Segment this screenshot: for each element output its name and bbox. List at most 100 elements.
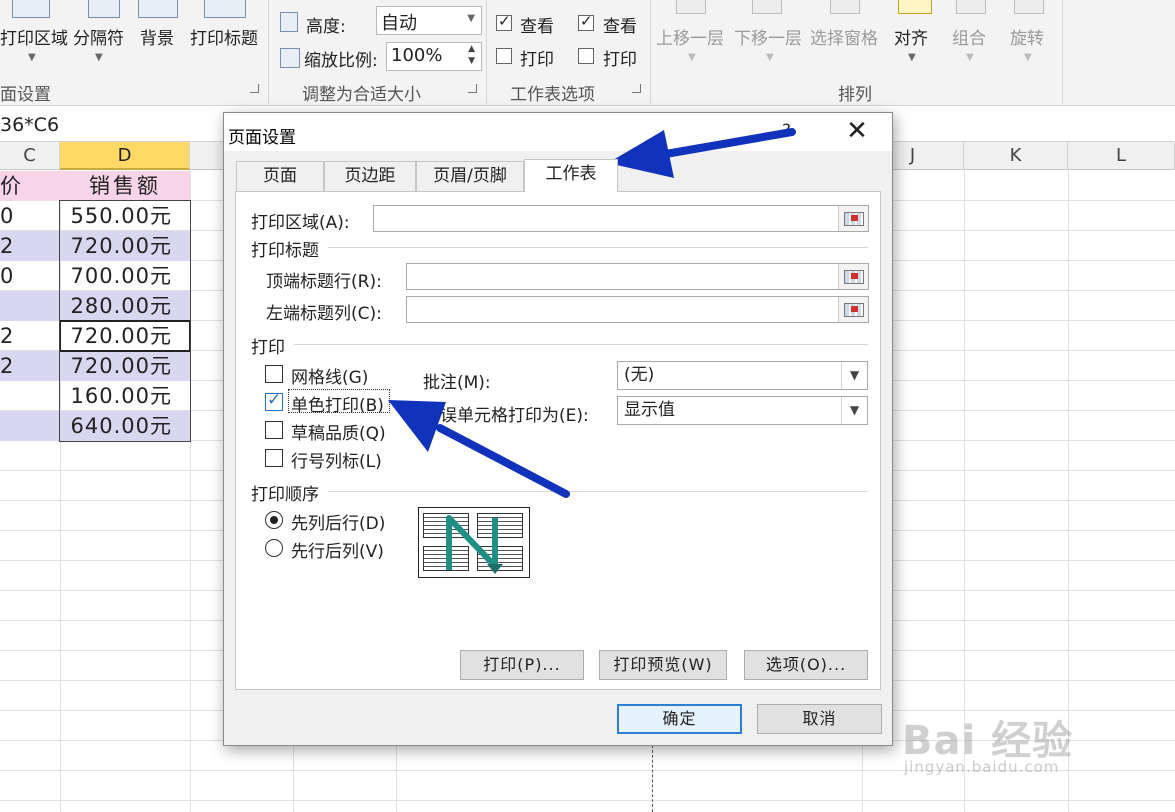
help-icon[interactable]: ?: [782, 121, 791, 141]
column-header-d[interactable]: D: [60, 142, 190, 170]
height-label: 高度:: [306, 17, 346, 37]
close-button[interactable]: ✕: [840, 115, 874, 149]
black-white-checkbox[interactable]: [265, 390, 283, 411]
comments-value: (无): [624, 365, 655, 385]
table-cell[interactable]: 2: [0, 321, 13, 351]
table-cell[interactable]: 2: [0, 231, 13, 261]
errors-label: 错误单元格打印为(E):: [423, 406, 589, 426]
section-divider: [328, 491, 868, 492]
draft-quality-checkbox[interactable]: [265, 421, 283, 439]
scale-launcher-icon[interactable]: [468, 84, 477, 93]
gridline: [0, 800, 1175, 801]
tab-margins[interactable]: 页边距: [324, 161, 416, 191]
column-header-c[interactable]: C: [0, 142, 60, 170]
scale-group-label: 调整为合适大小: [302, 85, 421, 105]
table-cell[interactable]: 0: [0, 201, 13, 231]
range-select-icon[interactable]: [838, 264, 868, 289]
rotate-button[interactable]: 旋转: [1010, 24, 1044, 49]
print-titles-icon: [204, 0, 246, 18]
watermark-url: jingyan.baidu.com: [904, 758, 1060, 776]
rows-repeat-label: 顶端标题行(R):: [266, 272, 382, 292]
tab-page[interactable]: 页面: [236, 161, 324, 191]
cancel-button[interactable]: 取消: [757, 704, 882, 734]
cols-repeat-input[interactable]: [406, 296, 869, 323]
gridlines-view-checkbox[interactable]: [496, 12, 512, 31]
scale-icon: [280, 48, 300, 68]
chevron-down-icon: ▼: [467, 13, 475, 24]
print-area-input[interactable]: [373, 205, 869, 232]
header-cell-sales[interactable]: 销售额: [60, 171, 190, 201]
group-button[interactable]: 组合: [952, 24, 986, 49]
scale-label: 缩放比例:: [304, 51, 378, 71]
draft-quality-label: 草稿品质(Q): [291, 424, 386, 444]
ok-button[interactable]: 确定: [617, 704, 742, 734]
ribbon-separator: [650, 0, 651, 104]
column-header-k[interactable]: K: [964, 142, 1068, 170]
rows-repeat-input[interactable]: [406, 263, 869, 290]
dialog-title-bar[interactable]: 页面设置 ? ✕: [224, 113, 892, 151]
chevron-down-icon: ▼: [841, 362, 867, 389]
cols-repeat-label: 左端标题列(C):: [266, 304, 382, 324]
height-select[interactable]: 自动 ▼: [376, 6, 482, 35]
print-area-button[interactable]: 打印区域: [0, 24, 68, 49]
down-then-over-radio[interactable]: [265, 511, 283, 529]
comments-select[interactable]: (无) ▼: [617, 361, 868, 390]
down-then-over-label: 先列后行(D): [291, 514, 386, 534]
print-section: 打印: [251, 338, 285, 358]
headings-print-checkbox[interactable]: [578, 48, 594, 64]
chevron-down-icon: ▼: [1024, 52, 1032, 63]
breaks-icon: [88, 0, 120, 18]
column-header-l[interactable]: L: [1068, 142, 1175, 170]
comments-label: 批注(M):: [423, 373, 491, 393]
over-then-down-label: 先行后列(V): [291, 542, 384, 562]
chevron-down-icon: ▼: [95, 52, 103, 63]
background-icon: [138, 0, 178, 18]
chevron-down-icon: ▼: [966, 52, 974, 63]
chevron-down-icon: ▼: [908, 52, 916, 63]
chevron-down-icon: ▼: [28, 52, 36, 63]
over-then-down-radio[interactable]: [265, 539, 283, 557]
header-cell-price[interactable]: 价: [0, 171, 60, 201]
row-col-headings-checkbox[interactable]: [265, 449, 283, 467]
errors-value: 显示值: [624, 400, 675, 420]
breaks-button[interactable]: 分隔符: [73, 24, 124, 49]
formula-text[interactable]: 36*C6: [0, 114, 59, 136]
align-icon: [898, 0, 932, 14]
bring-forward-button[interactable]: 上移一层: [656, 24, 724, 49]
tab-sheet[interactable]: 工作表: [524, 159, 618, 192]
print-titles-button[interactable]: 打印标题: [190, 24, 258, 49]
selection-border: [59, 200, 191, 442]
print-button[interactable]: 打印(P)...: [460, 650, 584, 680]
row-col-headings-label: 行号列标(L): [291, 452, 382, 472]
gridlines-checkbox[interactable]: [265, 365, 283, 383]
table-cell[interactable]: 2: [0, 351, 13, 381]
selection-pane-button[interactable]: 选择窗格: [810, 24, 878, 49]
chevron-down-icon: ▼: [688, 52, 696, 63]
height-icon: [280, 12, 298, 32]
background-button[interactable]: 背景: [140, 24, 174, 49]
scale-spinner[interactable]: 100% ▲ ▼: [386, 42, 482, 71]
spinner-arrows-icon[interactable]: ▲ ▼: [468, 43, 475, 67]
gridlines-print-checkbox[interactable]: [496, 48, 512, 64]
gridlines-label: 网格线(G): [291, 368, 369, 388]
headings-view-checkbox[interactable]: [578, 12, 594, 31]
range-select-icon[interactable]: [838, 297, 868, 322]
send-backward-button[interactable]: 下移一层: [734, 24, 802, 49]
page-setup-dialog: 页面设置 ? ✕ 页面 页边距 页眉/页脚 工作表 打印区域(A): 打印标题 …: [223, 112, 893, 746]
page-setup-group-label: 面设置: [0, 85, 51, 105]
print-preview-button[interactable]: 打印预览(W): [599, 650, 727, 680]
page-break-line: [652, 740, 653, 812]
page-order-section: 打印顺序: [251, 485, 319, 505]
scale-value: 100%: [391, 45, 443, 66]
table-cell[interactable]: 0: [0, 261, 13, 291]
errors-select[interactable]: 显示值 ▼: [617, 396, 868, 425]
range-select-icon[interactable]: [838, 206, 868, 231]
sheet-options-launcher-icon[interactable]: [632, 84, 641, 93]
section-divider: [294, 344, 868, 345]
options-button[interactable]: 选项(O)...: [744, 650, 868, 680]
sheet-options-group-label: 工作表选项: [510, 85, 595, 105]
align-button[interactable]: 对齐: [894, 24, 928, 49]
headings-view-label: 查看: [603, 17, 637, 37]
page-setup-launcher-icon[interactable]: [250, 84, 259, 93]
tab-header-footer[interactable]: 页眉/页脚: [416, 161, 524, 191]
